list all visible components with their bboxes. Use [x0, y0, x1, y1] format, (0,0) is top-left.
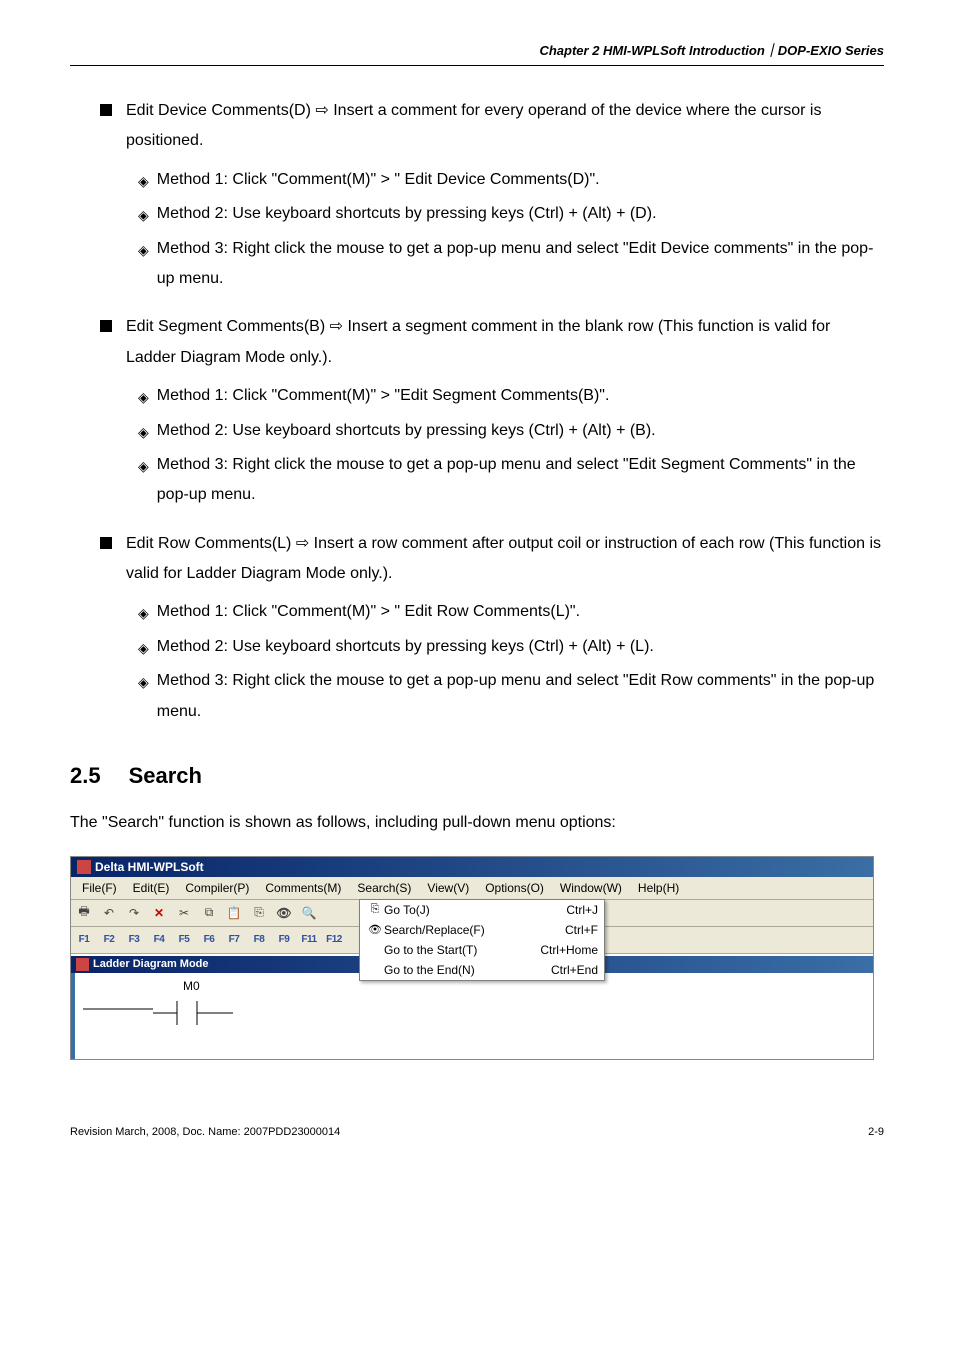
f9-icon[interactable]: F9	[275, 931, 293, 949]
dropdown-label: Go To(J)	[384, 903, 526, 917]
paste-icon[interactable]: 📋	[225, 904, 243, 922]
square-bullet-icon	[100, 104, 112, 116]
titlebar: Delta HMI-WPLSoft	[71, 857, 873, 877]
dropdown-shortcut: Ctrl+Home	[526, 943, 598, 957]
f3-icon[interactable]: F3	[125, 931, 143, 949]
section-head-text: Edit Device Comments(D) ⇨ Insert a comme…	[126, 96, 884, 157]
delete-icon[interactable]: ✕	[150, 904, 168, 922]
contact-icon	[153, 995, 233, 1025]
app-icon	[77, 860, 91, 874]
goto-icon: ⎘	[366, 903, 384, 916]
dropdown-label: Go to the End(N)	[384, 963, 526, 977]
sub-item-text: Method 1: Click "Comment(M)" > " Edit Ro…	[157, 597, 884, 627]
diamond-icon: ◈	[138, 237, 149, 295]
app-title: Delta HMI-WPLSoft	[95, 860, 204, 874]
ladder-canvas[interactable]: M0	[71, 973, 873, 1059]
footer-left: Revision March, 2008, Doc. Name: 2007PDD…	[70, 1126, 340, 1138]
sub-item-text: Method 2: Use keyboard shortcuts by pres…	[157, 416, 884, 446]
dropdown-goto-end[interactable]: Go to the End(N) Ctrl+End	[360, 960, 604, 980]
dropdown-shortcut: Ctrl+J	[526, 903, 598, 917]
dropdown-shortcut: Ctrl+End	[526, 963, 598, 977]
binoculars-icon: 👁	[366, 923, 384, 936]
f1-icon[interactable]: F1	[75, 931, 93, 949]
f6-icon[interactable]: F6	[200, 931, 218, 949]
f7-icon[interactable]: F7	[225, 931, 243, 949]
redo-icon[interactable]: ↷	[125, 904, 143, 922]
cut-icon[interactable]: ✂	[175, 904, 193, 922]
f4-icon[interactable]: F4	[150, 931, 168, 949]
f8-icon[interactable]: F8	[250, 931, 268, 949]
diamond-icon: ◈	[138, 453, 149, 511]
f12-icon[interactable]: F12	[325, 931, 343, 949]
sub-item-text: Method 1: Click "Comment(M)" > " Edit De…	[157, 165, 884, 195]
square-bullet-icon	[100, 320, 112, 332]
f11-icon[interactable]: F11	[300, 931, 318, 949]
undo-icon[interactable]: ↶	[100, 904, 118, 922]
diamond-icon: ◈	[138, 635, 149, 662]
menu-options[interactable]: Options(O)	[478, 879, 551, 897]
goto-icon[interactable]: ⎘	[250, 904, 268, 922]
section-edit-row: Edit Row Comments(L) ⇨ Insert a row comm…	[100, 529, 884, 727]
child-window-icon	[76, 958, 89, 971]
diamond-icon: ◈	[138, 669, 149, 727]
dropdown-search-replace[interactable]: 👁 Search/Replace(F) Ctrl+F	[360, 920, 604, 940]
section-edit-device: Edit Device Comments(D) ⇨ Insert a comme…	[100, 96, 884, 294]
sub-item-text: Method 3: Right click the mouse to get a…	[157, 450, 884, 511]
child-window-title: Ladder Diagram Mode	[93, 958, 209, 970]
rung-wire-icon	[83, 993, 153, 1019]
print-icon[interactable]: 🖶	[75, 904, 93, 922]
sub-item-text: Method 3: Right click the mouse to get a…	[157, 234, 884, 295]
sub-item-text: Method 3: Right click the mouse to get a…	[157, 666, 884, 727]
diamond-icon: ◈	[138, 419, 149, 446]
menu-edit[interactable]: Edit(E)	[126, 879, 177, 897]
heading-search: 2.5 Search	[70, 763, 884, 789]
section-edit-segment: Edit Segment Comments(B) ⇨ Insert a segm…	[100, 312, 884, 510]
diamond-icon: ◈	[138, 168, 149, 195]
section-head-text: Edit Row Comments(L) ⇨ Insert a row comm…	[126, 529, 884, 590]
dropdown-goto-start[interactable]: Go to the Start(T) Ctrl+Home	[360, 940, 604, 960]
zoom-icon[interactable]: 🔍	[300, 904, 318, 922]
heading-number: 2.5	[70, 763, 101, 788]
menu-comments[interactable]: Comments(M)	[258, 879, 348, 897]
sub-item-text: Method 2: Use keyboard shortcuts by pres…	[157, 632, 884, 662]
dropdown-label: Go to the Start(T)	[384, 943, 526, 957]
f2-icon[interactable]: F2	[100, 931, 118, 949]
menu-file[interactable]: File(F)	[75, 879, 124, 897]
menu-help[interactable]: Help(H)	[631, 879, 686, 897]
footer-right: 2-9	[868, 1126, 884, 1138]
square-bullet-icon	[100, 537, 112, 549]
search-dropdown: ⎘ Go To(J) Ctrl+J 👁 Search/Replace(F) Ct…	[359, 899, 605, 981]
heading-title: Search	[129, 763, 202, 788]
page-footer: Revision March, 2008, Doc. Name: 2007PDD…	[70, 1120, 884, 1138]
sub-item-text: Method 2: Use keyboard shortcuts by pres…	[157, 199, 884, 229]
copy-icon[interactable]: ⧉	[200, 904, 218, 922]
f5-icon[interactable]: F5	[175, 931, 193, 949]
app-screenshot: Delta HMI-WPLSoft File(F) Edit(E) Compil…	[70, 856, 874, 1060]
diamond-icon: ◈	[138, 600, 149, 627]
dropdown-label: Search/Replace(F)	[384, 923, 526, 937]
menu-view[interactable]: View(V)	[420, 879, 476, 897]
dropdown-shortcut: Ctrl+F	[526, 923, 598, 937]
dropdown-goto[interactable]: ⎘ Go To(J) Ctrl+J	[360, 900, 604, 920]
ladder-contact-label: M0	[183, 979, 200, 993]
intro-paragraph: The "Search" function is shown as follow…	[70, 809, 884, 838]
sub-item-text: Method 1: Click "Comment(M)" > "Edit Seg…	[157, 381, 884, 411]
diamond-icon: ◈	[138, 202, 149, 229]
menu-search[interactable]: Search(S)	[350, 879, 418, 897]
menu-window[interactable]: Window(W)	[553, 879, 629, 897]
page-header: Chapter 2 HMI-WPLSoft Introduction｜DOP-E…	[70, 40, 884, 66]
binoculars-icon[interactable]: 👁	[275, 904, 293, 922]
diamond-icon: ◈	[138, 384, 149, 411]
menu-compiler[interactable]: Compiler(P)	[178, 879, 256, 897]
menubar: File(F) Edit(E) Compiler(P) Comments(M) …	[71, 877, 873, 900]
section-head-text: Edit Segment Comments(B) ⇨ Insert a segm…	[126, 312, 884, 373]
